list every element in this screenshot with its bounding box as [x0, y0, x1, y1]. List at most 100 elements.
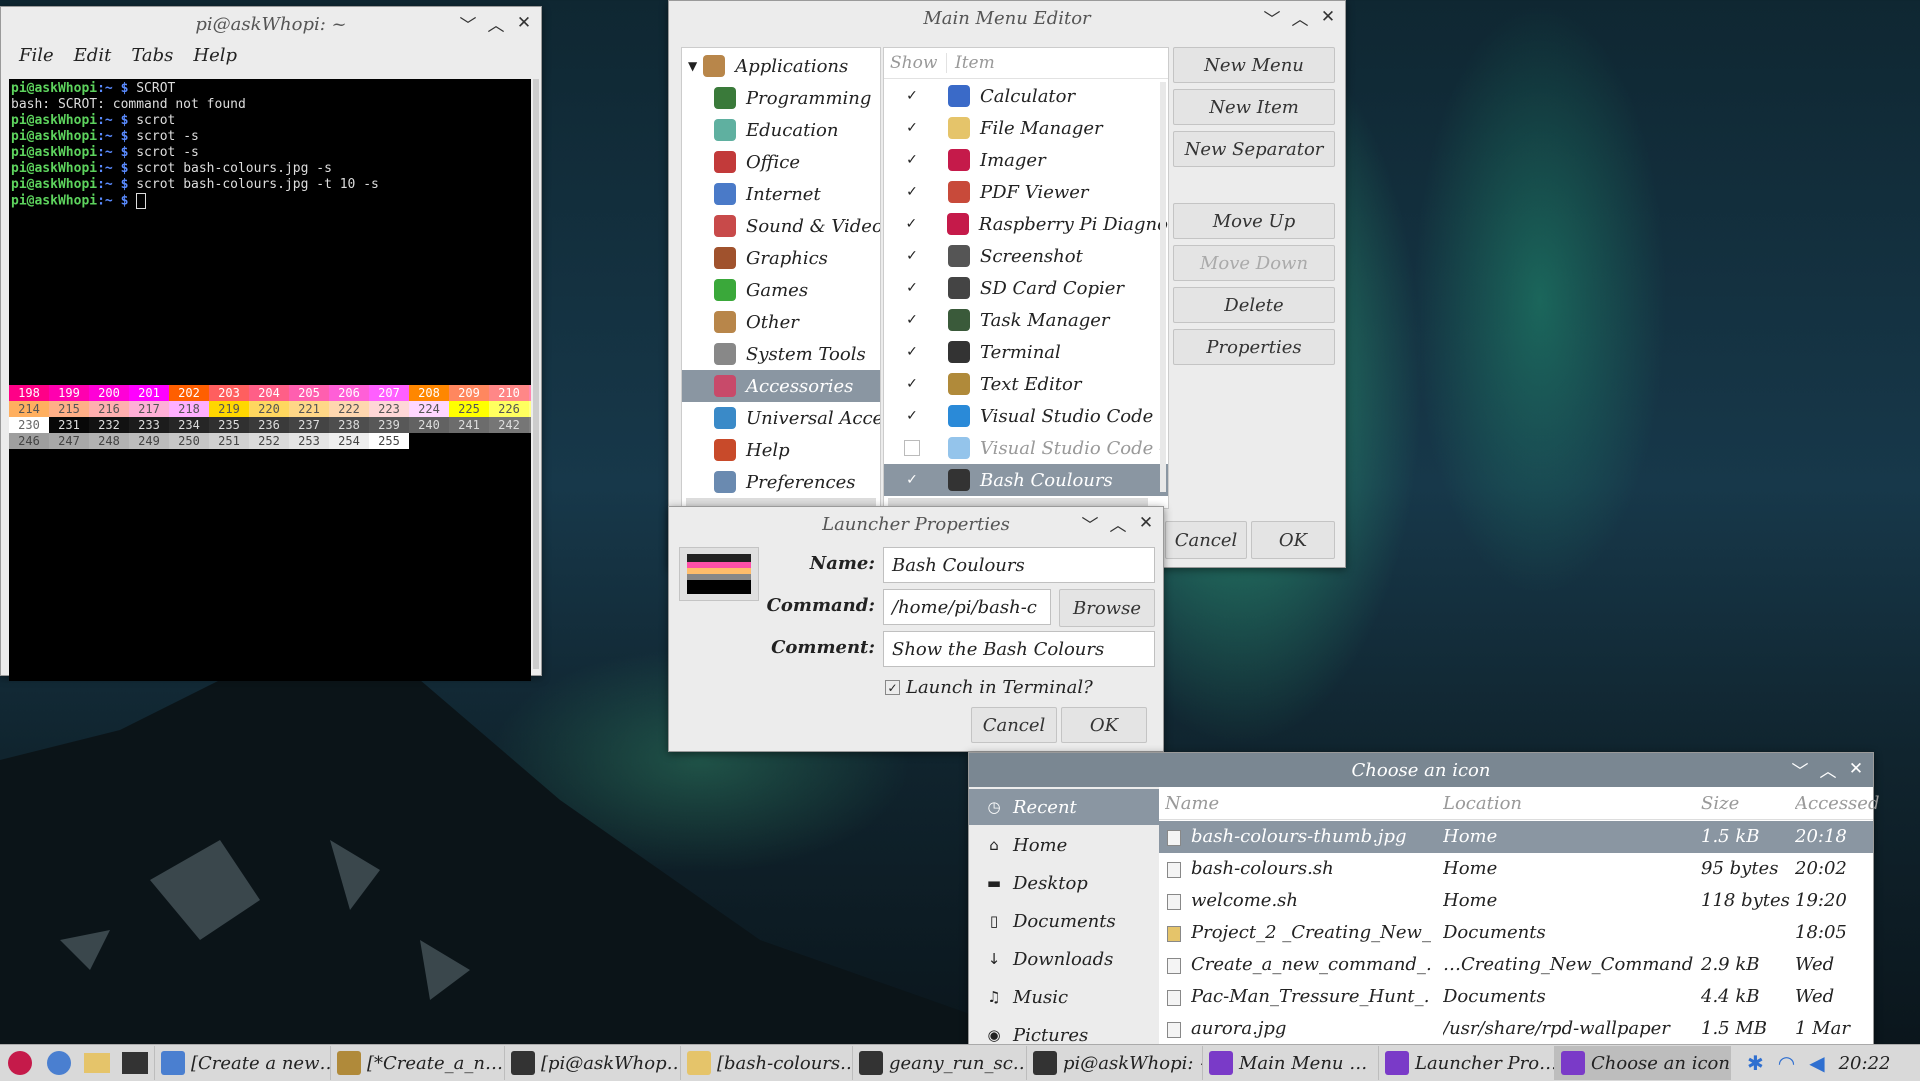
show-checkbox[interactable]: ✓ [905, 152, 919, 168]
column-show[interactable]: Show [884, 53, 947, 73]
minimize-icon[interactable]: ﹀ [457, 11, 479, 36]
close-icon[interactable]: ✕ [1135, 511, 1157, 535]
category-item[interactable]: Help [682, 434, 880, 466]
menu-item-row[interactable]: ✓ Terminal [884, 336, 1168, 368]
launch-in-terminal-checkbox[interactable]: ✓ [885, 680, 900, 695]
place-item[interactable]: ▯ Documents [969, 903, 1159, 939]
show-checkbox[interactable]: ✓ [905, 312, 919, 328]
browser-launcher-icon[interactable] [40, 1046, 78, 1080]
place-item[interactable]: ◷ Recent [969, 789, 1159, 825]
expand-arrow-icon[interactable]: ▼ [688, 59, 697, 73]
show-checkbox[interactable]: ✓ [905, 280, 919, 296]
menu-item-row[interactable]: Visual Studio Code - [884, 432, 1168, 464]
menu-item-row[interactable]: ✓ Visual Studio Code [884, 400, 1168, 432]
place-item[interactable]: ♫ Music [969, 979, 1159, 1015]
menu-editor-titlebar[interactable]: Main Menu Editor ﹀ ︿ ✕ [669, 1, 1345, 35]
minimize-icon[interactable]: ﹀ [1079, 511, 1101, 536]
wifi-icon[interactable]: ◠ [1778, 1051, 1795, 1075]
maximize-icon[interactable]: ︿ [1289, 5, 1311, 30]
category-item[interactable]: Preferences [682, 466, 880, 498]
file-row[interactable]: Pac-Man_Tressure_Hunt_… Documents 4.4 kB We… [1159, 981, 1873, 1013]
taskbar-task[interactable]: Choose an icon [1555, 1046, 1731, 1080]
browse-button[interactable]: Browse [1059, 589, 1155, 627]
taskbar-task[interactable]: Launcher Pro… [1379, 1046, 1555, 1080]
category-item[interactable]: System Tools [682, 338, 880, 370]
maximize-icon[interactable]: ︿ [485, 11, 507, 36]
comment-field[interactable]: Show the Bash Colours [883, 631, 1155, 667]
menu-help[interactable]: Help [193, 45, 237, 66]
category-root[interactable]: ▼ Applications [682, 50, 880, 82]
close-icon[interactable]: ✕ [513, 11, 535, 35]
file-row[interactable]: aurora.jpg/usr/share/rpd-wallpaper 1.5 MB… [1159, 1013, 1873, 1045]
move-down-button[interactable]: Move Down [1173, 245, 1335, 281]
move-up-button[interactable]: Move Up [1173, 203, 1335, 239]
item-hscroll[interactable] [888, 498, 1148, 506]
launcher-ok-button[interactable]: OK [1061, 707, 1147, 743]
menu-item-row[interactable]: ✓ Raspberry Pi Diagno [884, 208, 1168, 240]
menu-item-row[interactable]: ✓ Text Editor [884, 368, 1168, 400]
taskbar-task[interactable]: pi@askWhopi: ~ [1027, 1046, 1203, 1080]
place-item[interactable]: ▬ Desktop [969, 865, 1159, 901]
show-checkbox[interactable]: ✓ [905, 408, 919, 424]
volume-icon[interactable]: ◀ [1809, 1051, 1824, 1075]
column-size[interactable]: Size [1701, 793, 1739, 814]
terminal-launcher-icon[interactable] [116, 1046, 155, 1080]
raspberry-menu-icon[interactable] [0, 1046, 40, 1080]
category-item[interactable]: Programming [682, 82, 880, 114]
menu-tabs[interactable]: Tabs [131, 45, 173, 66]
show-checkbox[interactable]: ✓ [905, 376, 919, 392]
menu-edit[interactable]: Edit [74, 45, 112, 66]
menu-file[interactable]: File [19, 45, 54, 66]
category-item[interactable]: Other [682, 306, 880, 338]
file-row[interactable]: bash-colours.sh Home 95 bytes 20:02 [1159, 853, 1873, 885]
taskbar-task[interactable]: [bash-colours.… [681, 1046, 853, 1080]
category-item[interactable]: Graphics [682, 242, 880, 274]
delete-button[interactable]: Delete [1173, 287, 1335, 323]
properties-button[interactable]: Properties [1173, 329, 1335, 365]
menu-item-row[interactable]: ✓ File Manager [884, 112, 1168, 144]
category-item[interactable]: Accessories [682, 370, 880, 402]
launcher-titlebar[interactable]: Launcher Properties ﹀ ︿ ✕ [669, 507, 1163, 541]
show-checkbox[interactable]: ✓ [904, 216, 918, 232]
show-checkbox[interactable]: ✓ [905, 344, 919, 360]
terminal-output[interactable]: pi@askWhopi:~ $ SCROT bash: SCROT: comman… [9, 79, 531, 681]
show-checkbox[interactable] [904, 440, 920, 456]
taskbar-task[interactable]: [Create a new… [155, 1046, 331, 1080]
place-item[interactable]: ⌂ Home [969, 827, 1159, 863]
taskbar-task[interactable]: Main Menu … [1203, 1046, 1379, 1080]
new-menu-button[interactable]: New Menu [1173, 47, 1335, 83]
editor-cancel-button[interactable]: Cancel [1165, 521, 1247, 559]
maximize-icon[interactable]: ︿ [1817, 757, 1839, 782]
category-item[interactable]: Internet [682, 178, 880, 210]
category-item[interactable]: Sound & Video [682, 210, 880, 242]
editor-ok-button[interactable]: OK [1251, 521, 1335, 559]
category-item[interactable]: Games [682, 274, 880, 306]
minimize-icon[interactable]: ﹀ [1789, 757, 1811, 782]
item-vscroll[interactable] [1160, 82, 1166, 492]
terminal-scrollbar[interactable] [533, 79, 539, 669]
taskbar-task[interactable]: geany_run_sc… [853, 1046, 1027, 1080]
show-checkbox[interactable]: ✓ [905, 472, 919, 488]
menu-item-row[interactable]: ✓ Imager [884, 144, 1168, 176]
column-accessed[interactable]: Accessed [1795, 793, 1879, 814]
file-row[interactable]: bash-colours-thumb.jpg Home 1.5 kB 20:18 [1159, 821, 1873, 853]
name-field[interactable]: Bash Coulours [883, 547, 1155, 583]
chooser-titlebar[interactable]: Choose an icon ﹀ ︿ ✕ [969, 753, 1873, 787]
place-item[interactable]: ↓ Downloads [969, 941, 1159, 977]
menu-item-row[interactable]: ✓ Calculator [884, 80, 1168, 112]
menu-item-row[interactable]: ✓ Task Manager [884, 304, 1168, 336]
category-hscroll[interactable] [686, 498, 876, 506]
taskbar-task[interactable]: [pi@askWhop… [505, 1046, 681, 1080]
menu-item-row[interactable]: ✓ Bash Coulours [884, 464, 1168, 496]
menu-item-row[interactable]: ✓ SD Card Copier [884, 272, 1168, 304]
clock[interactable]: 20:22 [1839, 1053, 1891, 1074]
file-row[interactable]: welcome.sh Home 118 bytes 19:20 [1159, 885, 1873, 917]
menu-item-row[interactable]: ✓ Screenshot [884, 240, 1168, 272]
maximize-icon[interactable]: ︿ [1107, 511, 1129, 536]
command-field[interactable]: /home/pi/bash-c [883, 589, 1051, 625]
show-checkbox[interactable]: ✓ [905, 120, 919, 136]
terminal-titlebar[interactable]: pi@askWhopi: ~ ﹀ ︿ ✕ [1, 7, 541, 41]
taskbar-task[interactable]: [*Create_a_n… [331, 1046, 505, 1080]
new-item-button[interactable]: New Item [1173, 89, 1335, 125]
minimize-icon[interactable]: ﹀ [1261, 5, 1283, 30]
